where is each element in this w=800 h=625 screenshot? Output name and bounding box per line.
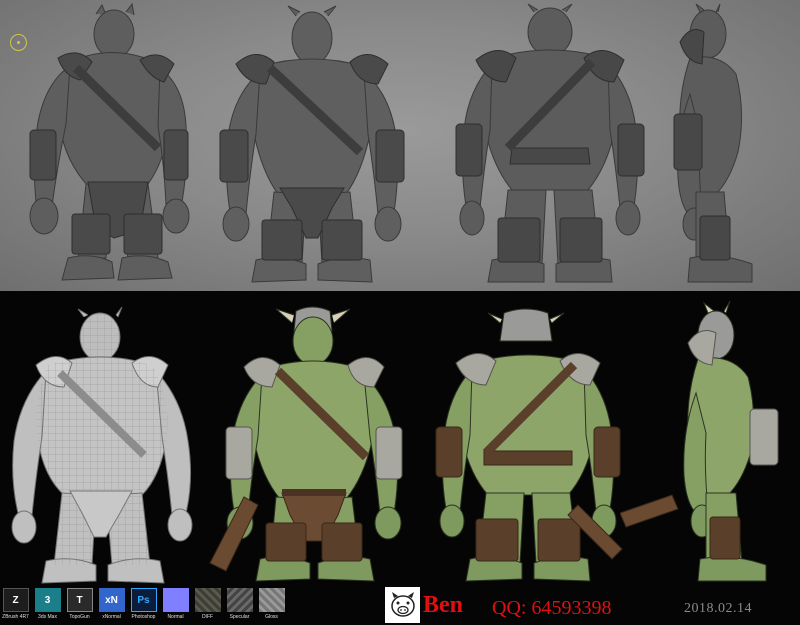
xnormal-icon: xN	[98, 588, 125, 612]
wireframe-ogre	[11, 307, 193, 584]
date-stamp: 2018.02.14	[684, 601, 752, 616]
normal-map-icon	[162, 588, 189, 612]
sculpt-panel	[0, 0, 800, 291]
topogun-icon: T	[66, 588, 93, 612]
artist-name: Ben	[423, 592, 464, 618]
gloss-map-icon	[258, 588, 285, 612]
clay-ogre-back	[455, 3, 645, 283]
textured-ogre-side	[620, 300, 779, 582]
toolbar-item-label: xNormal	[102, 614, 121, 620]
toolbar-item-specular[interactable]: Specular	[224, 585, 255, 625]
software-toolbar: Z ZBrush 4R7 3 3ds Max T TopoGun xN xNor…	[0, 585, 287, 625]
toolbar-item-label: Photoshop	[131, 614, 156, 620]
clay-ogre-front	[219, 5, 405, 283]
toolbar-item-topogun[interactable]: T TopoGun	[64, 585, 95, 625]
3dsmax-icon: 3	[34, 588, 61, 612]
pig-logo-icon	[385, 587, 420, 623]
contact-qq: QQ: 64593398	[492, 597, 612, 619]
toolbar-item-diff[interactable]: DIFF	[192, 585, 223, 625]
toolbar-item-gloss[interactable]: Gloss	[256, 585, 287, 625]
toolbar-item-3dsmax[interactable]: 3 3ds Max	[32, 585, 63, 625]
render-panel	[0, 291, 800, 625]
toolbar-item-label: Specular	[229, 614, 250, 620]
specular-map-icon	[226, 588, 253, 612]
zbrush-icon: Z	[2, 588, 29, 612]
toolbar-item-label: DIFF	[201, 614, 214, 620]
textured-ogre-back	[435, 308, 623, 582]
toolbar-item-label: Gloss	[265, 614, 278, 620]
toolbar-item-label: ZBrush 4R7	[2, 614, 29, 620]
toolbar-item-photoshop[interactable]: Ps Photoshop	[128, 585, 159, 625]
textured-ogre-front	[209, 306, 403, 582]
toolbar-item-label: 3ds Max	[38, 614, 57, 620]
clay-ogre-three-quarter	[29, 2, 190, 281]
toolbar-item-label: Normal	[167, 614, 184, 620]
toolbar-item-zbrush[interactable]: Z ZBrush 4R7	[0, 585, 31, 625]
photoshop-icon: Ps	[130, 588, 157, 612]
toolbar-item-xnormal[interactable]: xN xNormal	[96, 585, 127, 625]
diffuse-map-icon	[194, 588, 221, 612]
toolbar-item-label: TopoGun	[69, 614, 90, 620]
toolbar-item-normal[interactable]: Normal	[160, 585, 191, 625]
clay-ogre-side	[673, 3, 753, 283]
